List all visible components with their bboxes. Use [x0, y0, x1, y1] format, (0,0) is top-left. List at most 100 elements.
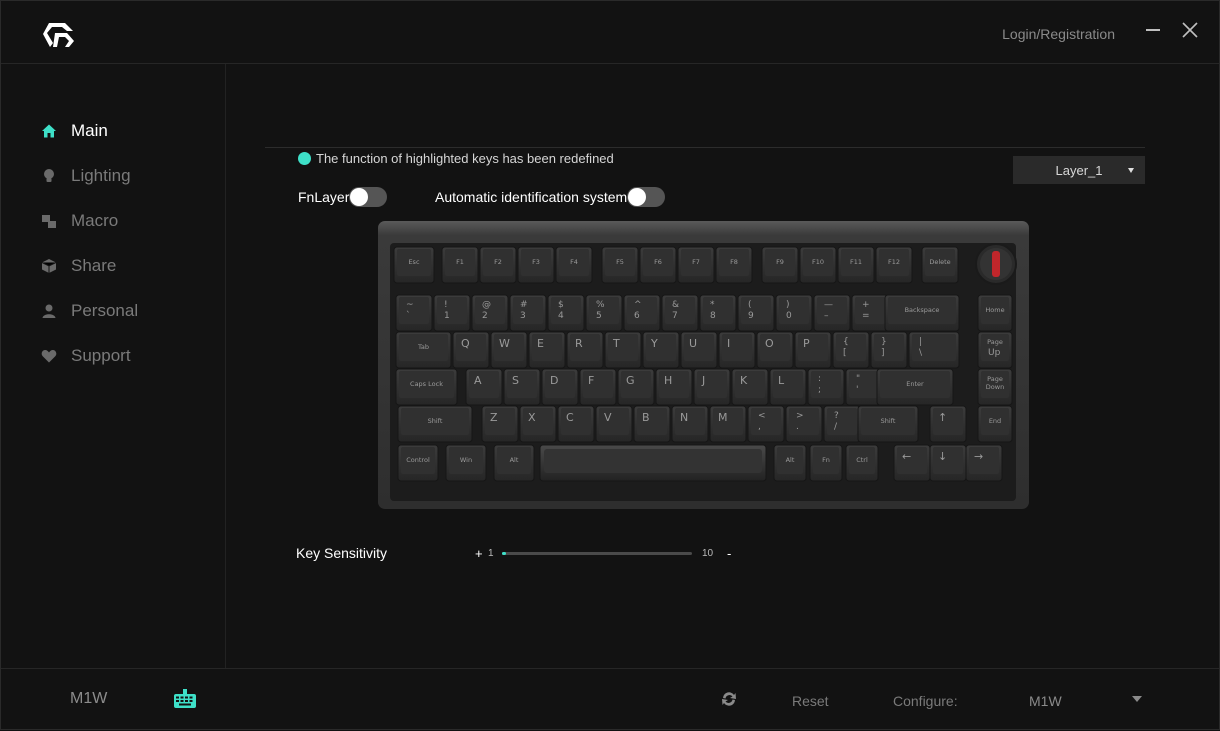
key[interactable]: )0 [775, 294, 813, 332]
sidebar-item-lighting[interactable]: Lighting [41, 164, 131, 188]
key[interactable]: F3 [517, 246, 555, 284]
key[interactable]: }] [870, 331, 908, 369]
key[interactable]: $4 [547, 294, 585, 332]
key[interactable]: M [709, 405, 747, 443]
layer-select[interactable]: Layer_1 [1013, 156, 1145, 184]
sidebar-item-main[interactable]: Main [41, 119, 108, 143]
key[interactable]: Home [977, 294, 1013, 332]
key[interactable]: B [633, 405, 671, 443]
configure-select-value[interactable]: M1W [1029, 693, 1062, 709]
key[interactable]: Alt [493, 444, 535, 482]
key[interactable]: Esc [393, 246, 435, 284]
key[interactable]: J [693, 368, 731, 406]
key[interactable]: F2 [479, 246, 517, 284]
key[interactable]: ?/ [823, 405, 861, 443]
key[interactable]: F12 [875, 246, 913, 284]
key[interactable]: Y [642, 331, 680, 369]
minimize-icon[interactable] [1145, 21, 1161, 37]
key[interactable]: L [769, 368, 807, 406]
key[interactable]: E [528, 331, 566, 369]
key[interactable]: F11 [837, 246, 875, 284]
key[interactable]: F4 [555, 246, 593, 284]
key[interactable]: O [756, 331, 794, 369]
key[interactable]: P [794, 331, 832, 369]
key[interactable]: F7 [677, 246, 715, 284]
key[interactable]: &7 [661, 294, 699, 332]
key[interactable]: PageDown [977, 368, 1013, 406]
key[interactable]: Ctrl [845, 444, 879, 482]
key[interactable]: F1 [441, 246, 479, 284]
key[interactable]: D [541, 368, 579, 406]
key[interactable]: <, [747, 405, 785, 443]
key[interactable]: Tab [395, 331, 452, 369]
key[interactable]: :; [807, 368, 845, 406]
key[interactable]: Caps Lock [395, 368, 458, 406]
key[interactable]: Control [397, 444, 439, 482]
key[interactable]: *8 [699, 294, 737, 332]
key[interactable]: F6 [639, 246, 677, 284]
key[interactable]: N [671, 405, 709, 443]
key[interactable]: ↓ [929, 444, 967, 482]
key[interactable]: C [557, 405, 595, 443]
key[interactable]: Shift [857, 405, 919, 443]
key-space[interactable] [539, 444, 767, 482]
key[interactable]: I [718, 331, 756, 369]
sensitivity-minus-button[interactable]: - [727, 546, 731, 561]
fnlayer-toggle[interactable] [349, 187, 388, 207]
key[interactable]: ← [893, 444, 931, 482]
key[interactable]: >. [785, 405, 823, 443]
key[interactable]: Q [452, 331, 490, 369]
key[interactable]: Fn [809, 444, 843, 482]
key[interactable]: #3 [509, 294, 547, 332]
key[interactable]: V [595, 405, 633, 443]
key[interactable]: F [579, 368, 617, 406]
key[interactable]: F9 [761, 246, 799, 284]
key[interactable]: F8 [715, 246, 753, 284]
sidebar-item-macro[interactable]: Macro [41, 209, 118, 233]
key[interactable]: Shift [397, 405, 473, 443]
key[interactable]: R [566, 331, 604, 369]
refresh-icon[interactable] [719, 689, 739, 709]
key[interactable]: Z [481, 405, 519, 443]
key[interactable]: —– [813, 294, 851, 332]
key[interactable]: Win [445, 444, 487, 482]
sidebar-item-personal[interactable]: Personal [41, 299, 138, 323]
key[interactable]: T [604, 331, 642, 369]
key[interactable]: H [655, 368, 693, 406]
login-link[interactable]: Login/Registration [1002, 26, 1115, 42]
key[interactable]: Backspace [884, 294, 960, 332]
auto-id-toggle[interactable] [627, 187, 666, 207]
key[interactable]: Delete [921, 246, 959, 284]
key[interactable]: X [519, 405, 557, 443]
chevron-down-icon[interactable] [1132, 696, 1142, 702]
key[interactable]: W [490, 331, 528, 369]
key[interactable]: (9 [737, 294, 775, 332]
key[interactable]: F5 [601, 246, 639, 284]
key[interactable]: K [731, 368, 769, 406]
key[interactable]: Page Up [977, 331, 1013, 369]
key[interactable]: Enter [876, 368, 954, 406]
key[interactable]: U [680, 331, 718, 369]
key[interactable]: G [617, 368, 655, 406]
reset-button[interactable]: Reset [792, 693, 829, 709]
keyboard-icon[interactable] [173, 688, 197, 710]
sidebar-item-support[interactable]: Support [41, 344, 131, 368]
sensitivity-plus-button[interactable]: + [475, 546, 483, 561]
key[interactable]: ↑ [929, 405, 967, 443]
key[interactable]: |\ [908, 331, 960, 369]
key[interactable]: F10 [799, 246, 837, 284]
key[interactable]: S [503, 368, 541, 406]
key[interactable]: {[ [832, 331, 870, 369]
key[interactable]: A [465, 368, 503, 406]
key[interactable]: ^6 [623, 294, 661, 332]
key[interactable]: !1 [433, 294, 471, 332]
key[interactable]: End [977, 405, 1013, 443]
key[interactable]: += [851, 294, 889, 332]
key[interactable]: ~` [395, 294, 433, 332]
key[interactable]: Alt [773, 444, 807, 482]
key[interactable]: @2 [471, 294, 509, 332]
close-icon[interactable] [1181, 21, 1199, 39]
sensitivity-slider[interactable] [502, 552, 692, 555]
key[interactable]: → [965, 444, 1003, 482]
key[interactable]: %5 [585, 294, 623, 332]
